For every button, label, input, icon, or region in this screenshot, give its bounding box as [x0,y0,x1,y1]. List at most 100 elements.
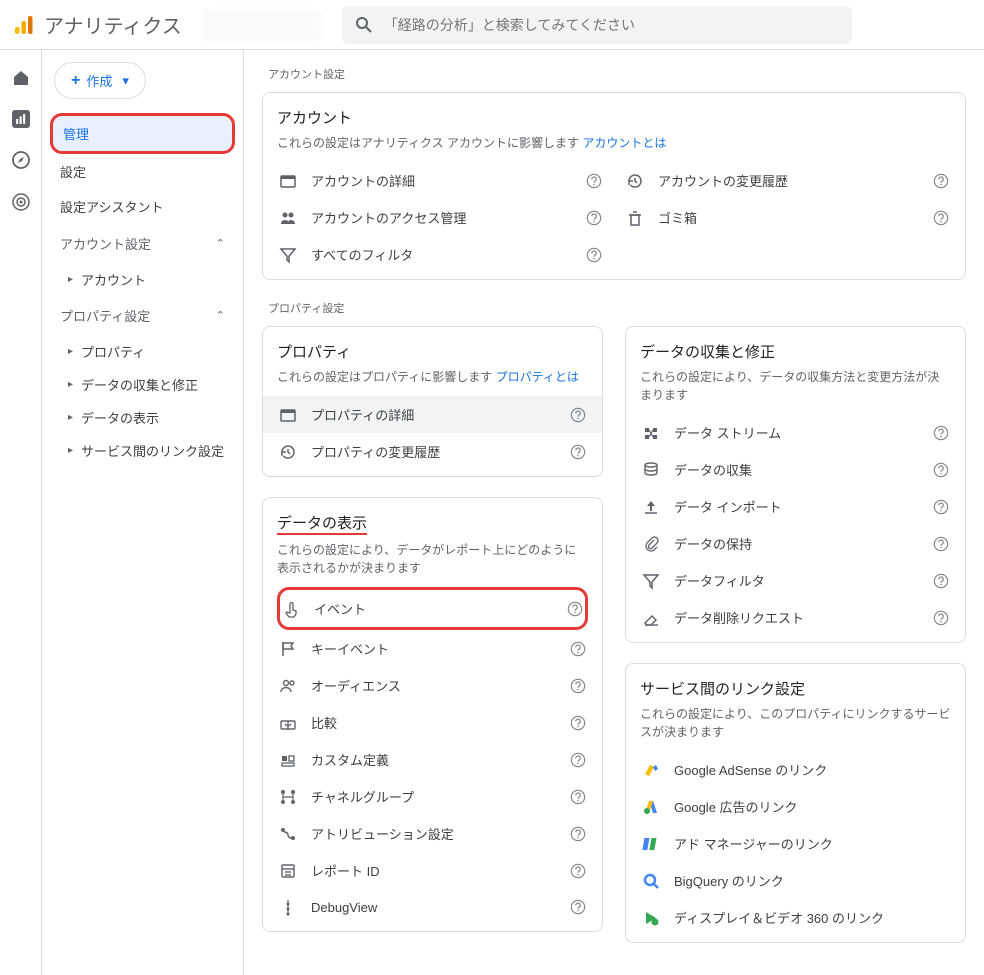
item-label: アカウントの変更履歴 [658,171,933,190]
help-icon[interactable] [570,715,586,731]
help-icon[interactable] [933,210,949,226]
account-whatis-link[interactable]: アカウントとは [582,136,666,150]
item-label: データフィルタ [674,571,933,590]
create-label: 作成 [86,71,112,90]
card-title: プロパティ [277,341,588,362]
help-icon[interactable] [570,444,586,460]
item-label: アカウントの詳細 [311,171,586,190]
data-display-card: データの表示 これらの設定により、データがレポート上にどのように表示されるかが決… [262,497,603,932]
help-icon[interactable] [567,601,583,617]
help-icon[interactable] [570,899,586,915]
help-icon[interactable] [570,678,586,694]
help-icon[interactable] [570,826,586,842]
card-account-icon [279,172,297,190]
settings-item[interactable]: データ削除リクエスト [640,599,951,636]
help-icon[interactable] [933,462,949,478]
help-icon[interactable] [933,173,949,189]
settings-item[interactable]: ディスプレイ＆ビデオ 360 のリンク [640,899,951,936]
search-input[interactable] [384,17,840,33]
stream-icon [642,424,660,442]
settings-item[interactable]: DebugView [277,889,588,925]
settings-item[interactable]: プロパティの変更履歴 [277,433,588,470]
settings-item[interactable]: アカウントのアクセス管理 [277,199,604,236]
settings-item[interactable]: データの収集 [640,451,951,488]
settings-item[interactable]: レポート ID [277,852,588,889]
property-whatis-link[interactable]: プロパティとは [496,370,579,384]
settings-item[interactable]: データ インポート [640,488,951,525]
explore-icon[interactable] [11,150,31,170]
help-icon[interactable] [570,789,586,805]
property-card: プロパティ これらの設定はプロパティに影響します プロパティとは プロパティの詳… [262,326,603,477]
advertising-icon[interactable] [11,192,31,212]
section-label-property: プロパティ設定 [268,300,966,316]
attach-icon [642,535,660,553]
sidebar-sub-data-collection[interactable]: データの収集と修正 [50,368,235,401]
settings-item[interactable]: オーディエンス [277,667,588,704]
help-icon[interactable] [586,173,602,189]
settings-item[interactable]: アトリビューション設定 [277,815,588,852]
home-icon[interactable] [11,68,31,88]
sidebar-item-admin[interactable]: 管理 [50,113,235,154]
reports-icon[interactable] [12,110,30,128]
sidebar-sub-links[interactable]: サービス間のリンク設定 [50,434,235,467]
help-icon[interactable] [570,752,586,768]
card-title: アカウント [277,107,951,128]
sidebar-sub-data-display[interactable]: データの表示 [50,401,235,434]
eraser-icon [642,609,660,627]
item-label: データ削除リクエスト [674,608,933,627]
item-label: Google AdSense のリンク [674,760,949,779]
header: アナリティクス [0,0,984,50]
settings-item[interactable]: イベント [277,587,588,630]
filter-icon [642,572,660,590]
people-icon [279,209,297,227]
sidebar-item-settings[interactable]: 設定 [50,154,235,189]
help-icon[interactable] [933,610,949,626]
sidebar-sub-property[interactable]: プロパティ [50,335,235,368]
help-icon[interactable] [570,641,586,657]
settings-item[interactable]: Google AdSense のリンク [640,751,951,788]
settings-item[interactable]: Google 広告のリンク [640,788,951,825]
settings-item[interactable]: アド マネージャーのリンク [640,825,951,862]
sidebar-item-label: 設定 [60,162,86,181]
item-label: データの収集 [674,460,933,479]
help-icon[interactable] [586,247,602,263]
settings-item[interactable]: アカウントの変更履歴 [624,162,951,199]
sidebar-group-account[interactable]: アカウント設定 ⌃ [50,224,235,263]
create-button[interactable]: + 作成 ▾ [54,62,146,99]
item-label: キーイベント [311,639,570,658]
adsense-icon [642,761,660,779]
settings-item[interactable]: アカウントの詳細 [277,162,604,199]
settings-item[interactable]: カスタム定義 [277,741,588,778]
upload-icon [642,498,660,516]
sidebar-item-assistant[interactable]: 設定アシスタント [50,189,235,224]
settings-item[interactable]: データ ストリーム [640,414,951,451]
settings-item[interactable]: データフィルタ [640,562,951,599]
sidebar-group-property[interactable]: プロパティ設定 ⌃ [50,296,235,335]
item-label: データの保持 [674,534,933,553]
settings-item[interactable]: キーイベント [277,630,588,667]
filter-icon [279,246,297,264]
help-icon[interactable] [933,573,949,589]
help-icon[interactable] [933,536,949,552]
settings-item[interactable]: データの保持 [640,525,951,562]
card-account-icon [279,406,297,424]
settings-item[interactable]: プロパティの詳細 [263,396,602,433]
item-label: DebugView [311,900,570,915]
card-title: データの収集と修正 [640,341,951,362]
settings-item[interactable]: BigQuery のリンク [640,862,951,899]
logo[interactable]: アナリティクス [12,10,182,39]
sidebar-item-label: 設定アシスタント [60,197,163,216]
settings-item[interactable]: 比較 [277,704,588,741]
search-box[interactable] [342,6,852,44]
card-title: データの表示 [277,512,588,535]
help-icon[interactable] [586,210,602,226]
help-icon[interactable] [570,407,586,423]
settings-item[interactable]: すべてのフィルタ [277,236,604,273]
help-icon[interactable] [933,425,949,441]
sidebar-sub-account[interactable]: アカウント [50,263,235,296]
settings-item[interactable]: チャネルグループ [277,778,588,815]
item-label: レポート ID [311,861,570,880]
help-icon[interactable] [570,863,586,879]
settings-item[interactable]: ゴミ箱 [624,199,951,236]
help-icon[interactable] [933,499,949,515]
